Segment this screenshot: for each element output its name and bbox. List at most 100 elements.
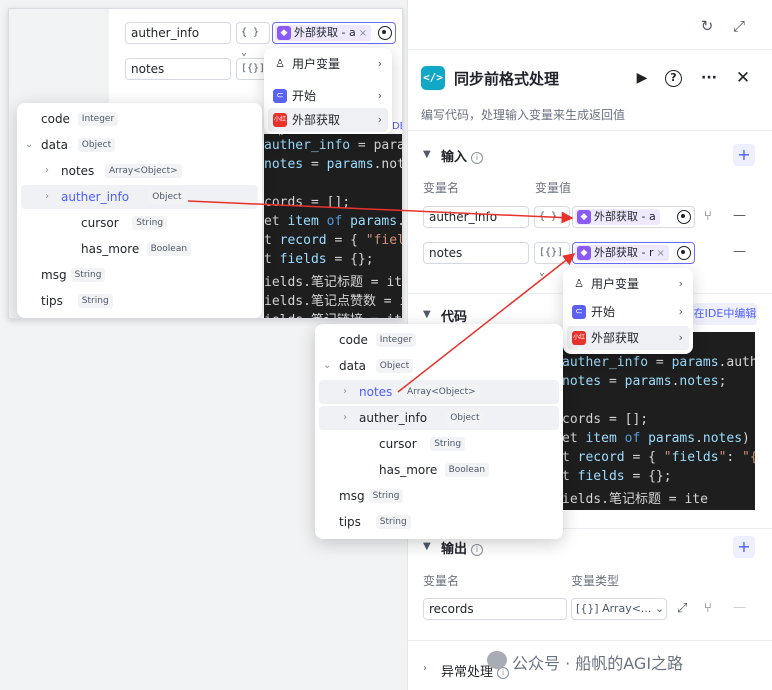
menu-item-user-variable[interactable]: ♙ 用户变量 › (567, 272, 689, 296)
code-line: notes = params.notes; (562, 374, 727, 389)
reference-chip[interactable]: ◆ 外部获取 - a (575, 209, 660, 225)
refresh-icon[interactable]: ↻ (698, 17, 716, 35)
code-line: auther_info = para (264, 138, 403, 153)
input-name-field[interactable]: auther_info (125, 22, 231, 44)
clear-icon[interactable]: × (359, 28, 367, 39)
start-icon: ⊂ (572, 305, 586, 319)
code-line: ields.笔记点赞数 = i (264, 294, 403, 309)
run-icon[interactable]: ▶ (632, 68, 652, 88)
code-line: et item of params. (264, 214, 402, 229)
input-section-title: 输入 i (441, 146, 484, 165)
reference-chip[interactable]: ◆ 外部获取 - r × (575, 245, 669, 261)
output-type-select[interactable]: [{}] Array<... ⌄ (571, 598, 667, 620)
type-selector[interactable]: { } (534, 206, 570, 228)
chevron-down-icon[interactable]: ⌄ (323, 354, 331, 378)
target-icon[interactable] (378, 26, 392, 40)
chevron-right-icon[interactable]: › (45, 185, 49, 209)
menu-item-external[interactable]: 小红书 外部获取 › (268, 108, 388, 137)
code-line: cords = []; (562, 412, 649, 427)
info-icon[interactable]: i (471, 544, 484, 556)
tree-row-cursor[interactable]: cursor String (319, 432, 559, 456)
tree-row-notes[interactable]: › notes Array<Object> (319, 380, 559, 404)
tree-row-msg[interactable]: msg String (21, 263, 258, 287)
tree-row-has-more[interactable]: has_more Boolean (21, 237, 258, 261)
col-var-type: 变量类型 (571, 574, 620, 588)
tree-row-tips[interactable]: tips String (319, 510, 559, 534)
menu-item-label: 开始 (591, 305, 616, 319)
clear-icon[interactable]: × (657, 248, 665, 259)
tree-row-data[interactable]: ⌄ data Object (319, 354, 559, 378)
remove-icon[interactable]: — (733, 208, 746, 223)
input-name-field[interactable]: auther_info (423, 206, 529, 228)
code-editor[interactable]: auther_info = para notes = params.not cord… (264, 134, 403, 318)
branch-icon[interactable]: ⑂ (704, 209, 712, 224)
remove-icon: — (733, 600, 746, 615)
menu-item-start[interactable]: ⊂ 开始 › (567, 300, 689, 324)
type-selector[interactable]: [{}] ⌄ (534, 242, 570, 278)
variable-reference-box[interactable]: ◆ 外部获取 - a × (272, 22, 396, 44)
menu-item-start[interactable]: ⊂ 开始 › (268, 84, 388, 108)
tree-row-code[interactable]: code Integer (21, 107, 258, 131)
expand-icon[interactable]: ⤢ (677, 601, 687, 616)
menu-item-external[interactable]: 小红书 外部获取 › (567, 326, 689, 355)
chevron-right-icon[interactable]: › (343, 380, 347, 404)
type-tag: String (132, 216, 168, 230)
menu-item-label: 用户变量 (591, 277, 640, 291)
person-icon: ♙ (574, 277, 584, 290)
chevron-down-icon[interactable]: ▼ (423, 541, 431, 552)
reference-chip[interactable]: ◆ 外部获取 - a × (275, 25, 372, 41)
chevron-right-icon[interactable]: › (45, 159, 49, 183)
add-input-button[interactable]: + (733, 144, 755, 166)
open-ide-button[interactable]: 在IDE中编辑 (693, 303, 757, 325)
variable-reference-box[interactable]: ◆ 外部获取 - a (572, 206, 695, 228)
variable-tree-popup: code Integer ⌄ data Object › notes Array<Object… (315, 324, 563, 539)
reference-label: 外部获取 - a (594, 210, 656, 223)
variable-reference-box[interactable]: ◆ 外部获取 - r × (572, 242, 695, 264)
remove-icon[interactable]: — (733, 244, 746, 259)
tree-row-has-more[interactable]: has_more Boolean (319, 458, 559, 482)
tree-row-notes[interactable]: › notes Array<Object> (21, 159, 258, 183)
menu-item-user-variable[interactable]: ♙ 用户变量 › (268, 52, 388, 76)
chevron-right-icon: › (377, 113, 382, 126)
expand-icon[interactable]: ⤢ (730, 17, 748, 35)
help-icon[interactable]: ? (665, 70, 682, 87)
target-icon[interactable] (677, 210, 691, 224)
close-icon[interactable]: ✕ (733, 68, 753, 88)
tree-row-code[interactable]: code Integer (319, 328, 559, 352)
tree-row-tips[interactable]: tips String (21, 289, 258, 313)
variable-tree-popup: code Integer ⌄ data Object › notes Array<Object… (17, 103, 262, 318)
tree-row-name: notes (359, 385, 393, 399)
add-output-button[interactable]: + (733, 536, 755, 558)
tree-row-data[interactable]: ⌄ data Object (21, 133, 258, 157)
target-icon[interactable] (677, 246, 691, 260)
chevron-down-icon[interactable]: ▼ (423, 149, 431, 160)
col-var-value: 变量值 (535, 181, 572, 195)
chevron-down-icon[interactable]: ⌄ (25, 133, 33, 157)
type-selector[interactable]: { } ⌄ (236, 22, 270, 58)
branch-icon[interactable]: ⑂ (704, 601, 712, 616)
input-name-field[interactable]: notes (125, 58, 231, 80)
chevron-right-icon[interactable]: › (343, 406, 347, 430)
tree-row-name: cursor (379, 437, 417, 451)
code-editor[interactable]: s }: Argauther_info = params.authnotes =… (562, 332, 755, 510)
node-title[interactable]: 同步前格式处理 (454, 68, 559, 89)
info-icon[interactable]: i (471, 152, 484, 164)
input-name-field[interactable]: notes (423, 242, 529, 264)
more-icon[interactable]: ··· (699, 68, 719, 88)
tree-row-auther-info[interactable]: › auther_info Object (21, 185, 258, 209)
output-name-field[interactable]: records (423, 598, 567, 620)
type-tag: Array<Object> (403, 385, 480, 399)
tree-row-name: has_more (379, 463, 438, 477)
chevron-right-icon[interactable]: › (423, 663, 427, 674)
tree-row-auther-info[interactable]: › auther_info Object (319, 406, 559, 430)
tree-row-cursor[interactable]: cursor String (21, 211, 258, 235)
external-icon: 小红书 (273, 113, 287, 137)
external-icon: 小红书 (572, 331, 586, 355)
tree-row-name: notes (61, 164, 95, 178)
type-glyph: [{}] (539, 247, 564, 258)
tree-row-name: auther_info (359, 411, 428, 425)
chevron-down-icon[interactable]: ▼ (423, 309, 431, 320)
reference-label: 外部获取 - a (294, 26, 356, 39)
col-var-name: 变量名 (423, 181, 460, 195)
tree-row-msg[interactable]: msg String (319, 484, 559, 508)
